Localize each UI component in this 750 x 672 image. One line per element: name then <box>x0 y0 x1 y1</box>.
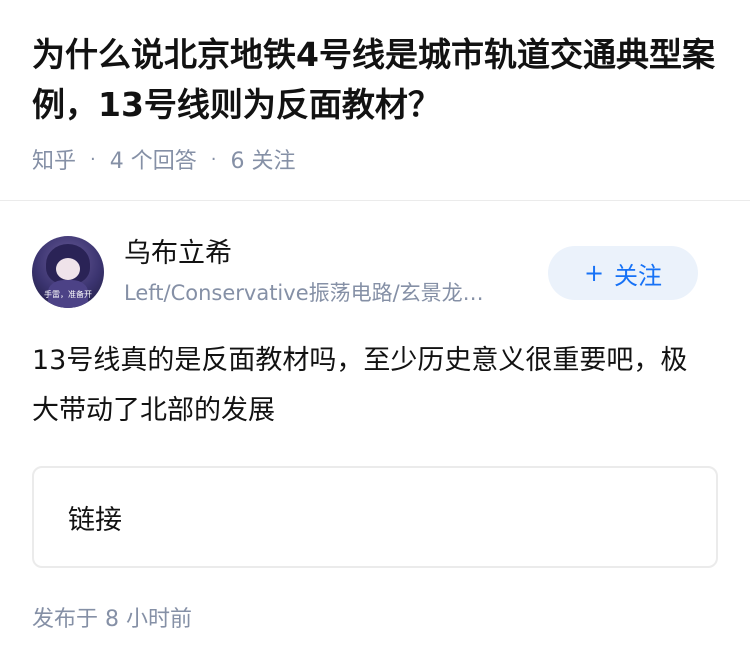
question-meta: 知乎 · 4 个回答 · 6 关注 <box>32 143 295 175</box>
author-name[interactable]: 乌布立希 <box>124 236 232 272</box>
answers-count[interactable]: 4 个回答 <box>110 143 197 175</box>
avatar[interactable]: 手雷，准备开 <box>32 236 104 308</box>
question-title[interactable]: 为什么说北京地铁4号线是城市轨道交通典型案例，13号线则为反面教材？ <box>32 30 718 130</box>
link-card-label: 链接 <box>68 504 122 536</box>
source-label[interactable]: 知乎 <box>32 143 76 175</box>
plus-icon: + <box>583 259 605 287</box>
publish-time: 发布于 8 小时前 <box>32 607 192 632</box>
meta-separator: · <box>210 148 217 170</box>
avatar-caption: 手雷，准备开 <box>44 290 92 299</box>
link-card[interactable]: 链接 <box>32 466 718 568</box>
author-row: 手雷，准备开 乌布立希 Left/Conservative振荡电路/玄景龙… +… <box>32 236 718 308</box>
follow-button[interactable]: + 关注 <box>548 246 698 300</box>
section-divider <box>0 200 750 201</box>
question-header: 为什么说北京地铁4号线是城市轨道交通典型案例，13号线则为反面教材？ 知乎 · … <box>0 0 750 200</box>
author-bio: Left/Conservative振荡电路/玄景龙… <box>124 281 484 305</box>
avatar-face-shape <box>56 258 80 280</box>
followers-count: 6 关注 <box>230 149 296 174</box>
follow-button-label: 关注 <box>614 261 663 290</box>
answer-content: 13号线真的是反面教材吗，至少历史意义很重要吧，极大带动了北部的发展 <box>32 345 688 426</box>
meta-separator: · <box>90 148 96 170</box>
